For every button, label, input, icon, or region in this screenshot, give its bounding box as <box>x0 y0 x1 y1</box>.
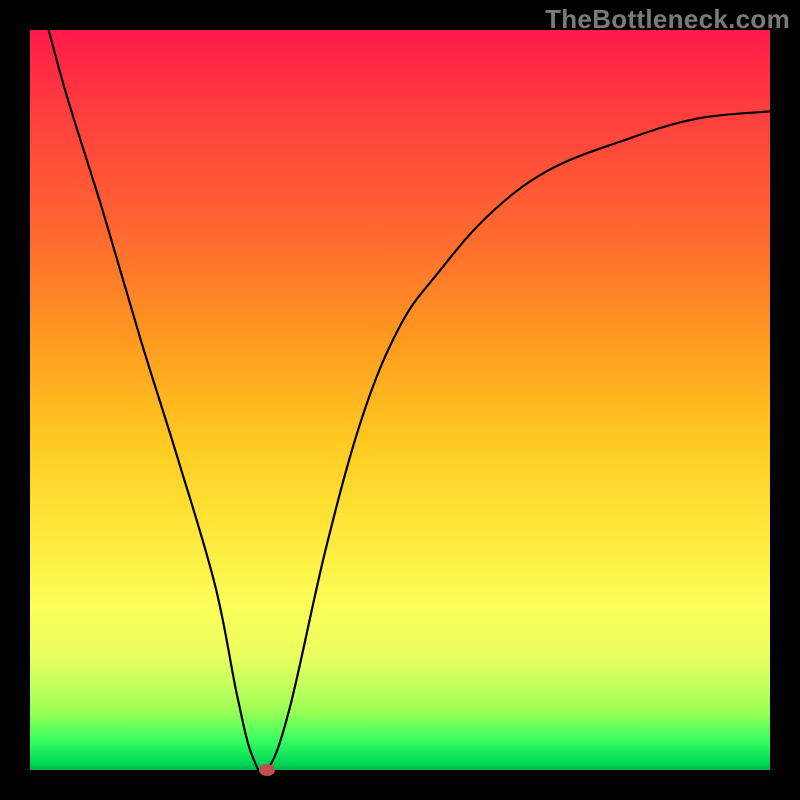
chart-stage: TheBottleneck.com <box>0 0 800 800</box>
curve-svg <box>30 30 770 770</box>
minimum-marker <box>259 764 275 776</box>
bottleneck-curve-path <box>45 30 770 770</box>
plot-area <box>30 30 770 770</box>
